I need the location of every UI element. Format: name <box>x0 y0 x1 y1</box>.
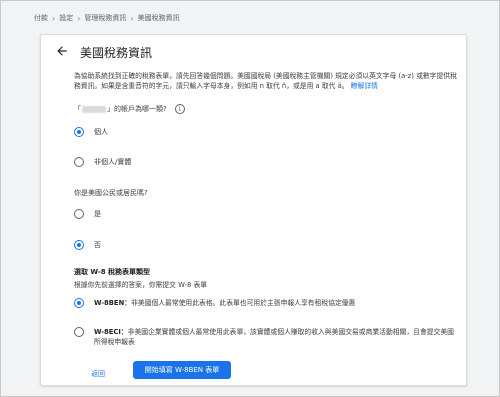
w8ben-description: W-8BEN：非美國個人最常使用此表格。此表單也可用於主張申報人享有租稅協定優惠 <box>94 298 454 308</box>
radio-label: 是 <box>94 210 101 218</box>
radio-button-checked[interactable] <box>74 298 84 308</box>
breadcrumb-item-settings[interactable]: 設定 <box>59 13 73 23</box>
arrow-left-icon[interactable] <box>55 44 69 58</box>
breadcrumb-item-us-tax: 美國稅務資訊 <box>137 14 180 22</box>
breadcrumb-item-payments[interactable]: 付款 <box>34 13 48 23</box>
card-header: 美國稅務資訊 <box>41 35 466 65</box>
w8eci-description: W-8ECI：非美國企業實體或個人最常使用此表單，該實體或個人賺取的收入與美國交… <box>94 327 454 347</box>
radio-label: 否 <box>94 241 101 249</box>
learn-more-link[interactable]: 瞭解詳情 <box>351 82 378 90</box>
radio-w8ben[interactable]: W-8BEN：非美國個人最常使用此表格。此表單也可用於主張申報人享有租稅協定優惠 <box>74 298 454 308</box>
radio-label: 個人 <box>94 128 108 136</box>
radio-button[interactable] <box>74 209 84 219</box>
chevron-right-icon: › <box>130 13 134 23</box>
back-button[interactable]: 返回 <box>91 369 105 379</box>
radio-no[interactable]: 否 <box>74 240 101 250</box>
radio-button[interactable] <box>74 327 84 337</box>
page-title: 美國稅務資訊 <box>80 46 153 60</box>
radio-button-checked[interactable] <box>74 240 84 250</box>
radio-button-checked[interactable] <box>74 127 84 137</box>
radio-w8eci[interactable]: W-8ECI：非美國企業實體或個人最常使用此表單，該實體或個人賺取的收入與美國交… <box>74 327 454 347</box>
tax-info-card: 美國稅務資訊 為協助系統找到正確的稅務表單，請先回答幾個問題。美國國稅局 (美國… <box>40 34 467 386</box>
form-code: W-8ECI： <box>94 328 128 336</box>
redacted-account-name <box>82 105 106 113</box>
question-suffix: 」的帳戶為哪一類? <box>107 105 167 113</box>
radio-individual[interactable]: 個人 <box>74 127 108 137</box>
form-desc: 非美國企業實體或個人最常使用此表單，該實體或個人賺取的收入與美國交易或商業活動相… <box>94 328 454 346</box>
intro-body: 為協助系統找到正確的稅務表單，請先回答幾個問題。美國國稅局 (美國稅務主管機關)… <box>74 72 457 90</box>
breadcrumb-item-manage-tax[interactable]: 管理稅務資訊 <box>84 13 126 23</box>
radio-label: 非個人/實體 <box>94 158 132 166</box>
question-label: 你是美國公民或居民嗎? <box>74 189 148 197</box>
radio-yes[interactable]: 是 <box>74 209 101 219</box>
help-circle-icon[interactable]: i <box>174 104 185 114</box>
chevron-right-icon: › <box>77 13 81 23</box>
breadcrumb: 付款 › 設定 › 管理稅務資訊 › 美國稅務資訊 <box>34 13 180 23</box>
start-w8ben-button[interactable]: 開始填寫 W-8BEN 表單 <box>133 361 231 379</box>
form-desc: 非美國個人最常使用此表格。此表單也可用於主張申報人享有租稅協定優惠 <box>131 299 356 307</box>
form-type-subtitle: 根據你先前選擇的答案，你需提交 W-8 表單 <box>74 281 208 289</box>
form-type-title: 選取 W-8 稅務表單類型 <box>74 268 151 276</box>
us-citizen-question: 你是美國公民或居民嗎? <box>74 188 148 198</box>
page-frame: 付款 › 設定 › 管理稅務資訊 › 美國稅務資訊 美國稅務資訊 為協助系統找到… <box>0 0 500 397</box>
account-type-question: 「 」的帳戶為哪一類? i <box>74 104 185 114</box>
radio-button[interactable] <box>74 157 84 167</box>
question-prefix: 「 <box>74 105 81 113</box>
intro-text: 為協助系統找到正確的稅務表單，請先回答幾個問題。美國國稅局 (美國稅務主管機關)… <box>74 71 462 91</box>
form-code: W-8BEN： <box>94 299 132 307</box>
radio-entity[interactable]: 非個人/實體 <box>74 157 131 167</box>
chevron-right-icon: › <box>52 13 56 23</box>
